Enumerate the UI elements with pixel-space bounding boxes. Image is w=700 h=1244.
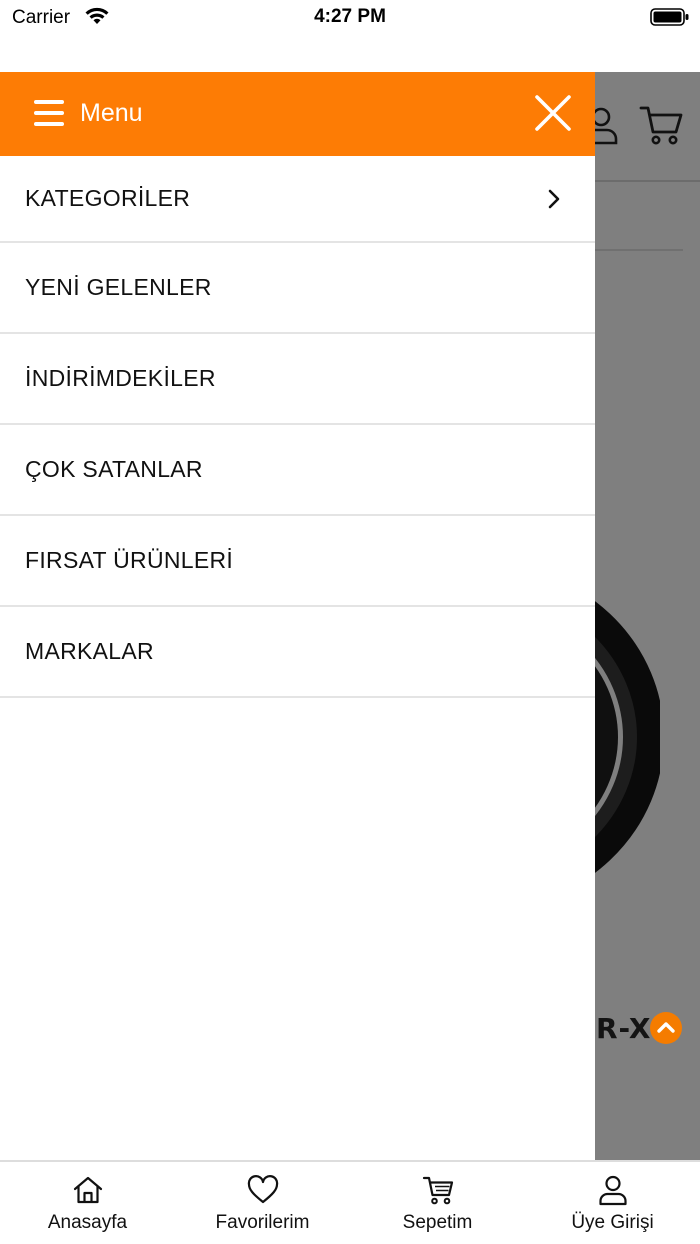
chevron-up-icon [657,1022,675,1033]
tab-label: Favorilerim [215,1212,310,1233]
menu-item-label: KATEGORİLER [25,185,191,211]
menu-item-indirimdekiler[interactable]: İNDİRİMDEKİLER [0,334,595,425]
menu-item-label: İNDİRİMDEKİLER [25,365,216,391]
drawer-title: Menu [80,99,143,127]
home-icon [73,1176,102,1204]
menu-list: KATEGORİLER YENİ GELENLER İNDİRİMDEKİLER… [0,156,595,698]
menu-item-markalar[interactable]: MARKALAR [0,607,595,698]
menu-item-label: FIRSAT ÜRÜNLERİ [25,547,234,573]
tab-sepetim[interactable]: Sepetim [350,1162,525,1244]
drawer-header: Menu [0,72,595,156]
menu-item-cok-satanlar[interactable]: ÇOK SATANLAR [0,425,595,516]
menu-item-label: MARKALAR [25,638,154,664]
clock: 4:27 PM [314,6,386,27]
user-icon [598,1175,627,1206]
chevron-right-icon [548,189,560,208]
subheader-divider [595,249,683,251]
close-icon[interactable] [534,94,572,132]
hamburger-icon[interactable] [34,100,64,126]
menu-item-label: ÇOK SATANLAR [25,456,203,482]
tab-label: Üye Girişi [571,1212,654,1233]
tab-anasayfa[interactable]: Anasayfa [0,1162,175,1244]
bottom-tab-bar: Anasayfa Favorilerim Sepetim Üye Girişi [0,1160,700,1244]
header-divider [595,180,700,182]
menu-item-firsat-urunleri[interactable]: FIRSAT ÜRÜNLERİ [0,516,595,607]
tab-label: Sepetim [402,1212,473,1233]
brand-text: R-X [596,1012,652,1045]
tab-uye-girisi[interactable]: Üye Girişi [525,1162,700,1244]
side-menu-drawer: Menu KATEGORİLER YENİ GELENLER İNDİRİMDE… [0,72,595,1160]
menu-item-yeni-gelenler[interactable]: YENİ GELENLER [0,243,595,334]
menu-item-label: YENİ GELENLER [25,274,212,300]
menu-item-kategoriler[interactable]: KATEGORİLER [0,156,595,243]
scroll-top-button[interactable] [650,1012,682,1044]
tab-label: Anasayfa [47,1212,128,1233]
status-bar: Carrier 4:27 PM [0,0,700,36]
cart-icon[interactable] [638,104,684,146]
tab-favorilerim[interactable]: Favorilerim [175,1162,350,1244]
heart-icon [247,1175,278,1204]
cart-icon [422,1176,453,1205]
battery-icon [650,8,689,26]
